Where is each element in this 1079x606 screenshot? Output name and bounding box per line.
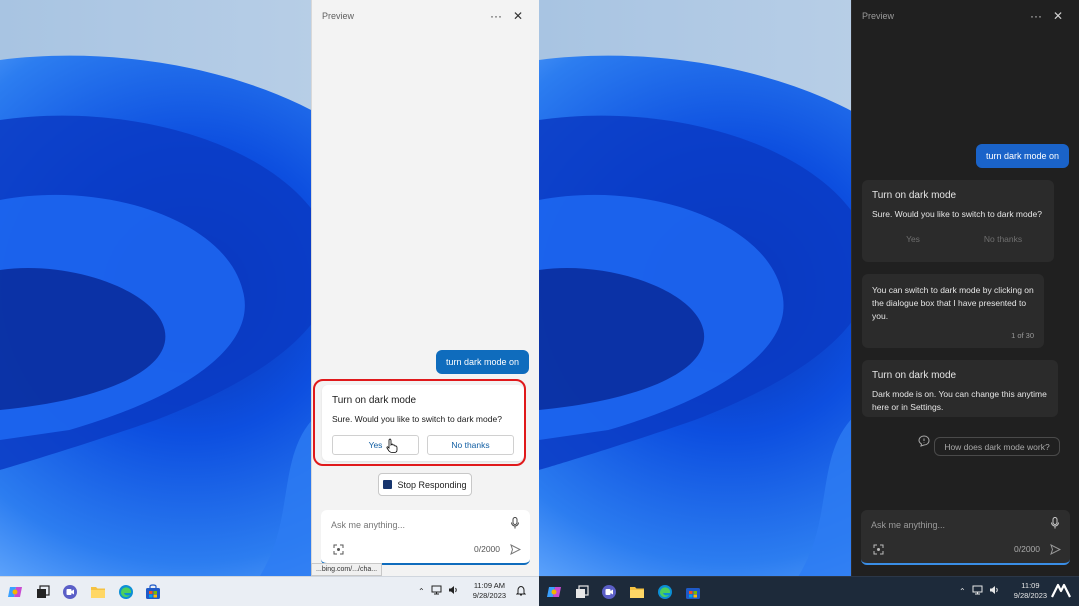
- dark-mode-card-3: Turn on dark mode Dark mode is on. You c…: [862, 360, 1058, 417]
- edge-icon[interactable]: [656, 583, 674, 601]
- mic-icon[interactable]: [1048, 516, 1062, 530]
- clock-date: 9/28/2023: [472, 591, 507, 600]
- taskbar-right: ⌃ 11:09 9/28/2023: [539, 576, 1079, 606]
- card2-text: You can switch to dark mode by clicking …: [872, 285, 1034, 321]
- chat-input[interactable]: [331, 516, 491, 534]
- store-icon[interactable]: [144, 583, 162, 601]
- highlight-ring: [313, 379, 526, 466]
- char-count: 0/2000: [474, 544, 500, 554]
- teams-icon[interactable]: [61, 583, 79, 601]
- screenshot-icon[interactable]: [331, 542, 345, 556]
- clock[interactable]: 11:09 AM 9/28/2023: [473, 581, 506, 601]
- yes-button-disabled: Yes: [906, 234, 920, 244]
- clock-date-dark: 9/28/2023: [1013, 591, 1048, 600]
- copilot-icon[interactable]: [545, 583, 563, 601]
- card2-pager: 1 of 30: [1011, 331, 1034, 340]
- card3-title: Turn on dark mode: [872, 370, 957, 381]
- panel-header-dark: Preview ··· ✕: [852, 0, 1079, 32]
- chat-input-box: 0/2000: [321, 510, 530, 565]
- send-icon[interactable]: [1048, 542, 1062, 556]
- network-icon[interactable]: [431, 585, 442, 597]
- volume-icon[interactable]: [989, 585, 1000, 597]
- clock-time-dark: 11:09: [1021, 581, 1040, 590]
- network-icon[interactable]: [972, 585, 983, 597]
- taskbar-left: ⌃ 11:09 AM 9/28/2023: [0, 576, 539, 606]
- send-icon[interactable]: [508, 542, 522, 556]
- right-screen: Preview ··· ✕ turn dark mode on Turn on …: [539, 0, 1079, 606]
- card3-text: Dark mode is on. You can change this any…: [872, 389, 1047, 412]
- card1-title: Turn on dark mode: [872, 190, 957, 201]
- file-explorer-icon[interactable]: [628, 583, 646, 601]
- panel-header: Preview ··· ✕: [312, 0, 539, 32]
- user-message-bubble-dark: turn dark mode on: [975, 144, 1069, 168]
- copilot-panel-dark: Preview ··· ✕ turn dark mode on Turn on …: [851, 0, 1079, 576]
- chevron-up-icon[interactable]: ⌃: [959, 587, 966, 596]
- dark-mode-card-1: Turn on dark mode Sure. Would you like t…: [862, 180, 1054, 262]
- close-icon[interactable]: ✕: [1047, 5, 1069, 27]
- suggestion-chip[interactable]: How does dark mode work?: [934, 437, 1060, 456]
- more-icon[interactable]: ···: [1025, 5, 1047, 27]
- store-icon[interactable]: [684, 583, 702, 601]
- url-tooltip: ...bing.com/.../cha...: [311, 563, 383, 576]
- watermark-logo-icon: [1051, 583, 1071, 598]
- system-tray-right: ⌃ 11:09 9/28/2023: [959, 581, 1047, 601]
- clock-time: 11:09 AM: [473, 581, 505, 590]
- system-tray-left: ⌃ 11:09 AM 9/28/2023: [418, 581, 527, 601]
- chat-input-dark[interactable]: [871, 516, 1031, 534]
- task-view-icon[interactable]: [573, 583, 591, 601]
- chat-input-box-dark: 0/2000: [861, 510, 1070, 565]
- dark-mode-card-2: You can switch to dark mode by clicking …: [862, 274, 1044, 348]
- chevron-up-icon[interactable]: ⌃: [418, 587, 425, 596]
- no-thanks-button-disabled: No thanks: [983, 234, 1023, 244]
- more-icon[interactable]: ···: [485, 5, 507, 27]
- teams-icon[interactable]: [600, 583, 618, 601]
- cursor-hand-icon: [386, 438, 398, 453]
- close-icon[interactable]: ✕: [507, 5, 529, 27]
- mic-icon[interactable]: [508, 516, 522, 530]
- char-count-dark: 0/2000: [1014, 544, 1040, 554]
- task-view-icon[interactable]: [34, 583, 52, 601]
- clock-dark[interactable]: 11:09 9/28/2023: [1014, 581, 1047, 601]
- user-message-bubble: turn dark mode on: [435, 350, 529, 374]
- chat-bubble-icon: [918, 435, 930, 447]
- panel-title-dark: Preview: [862, 11, 895, 21]
- card1-text: Sure. Would you like to switch to dark m…: [872, 209, 1042, 219]
- stop-label: Stop Responding: [397, 479, 467, 490]
- card1-buttons: Yes No thanks: [872, 229, 1044, 249]
- panel-title: Preview: [322, 11, 355, 21]
- volume-icon[interactable]: [448, 585, 459, 597]
- stop-responding-button[interactable]: Stop Responding: [378, 473, 472, 496]
- screenshot-icon[interactable]: [871, 542, 885, 556]
- stop-icon: [383, 480, 393, 489]
- left-screen: Preview ··· ✕ turn dark mode on Turn on …: [0, 0, 539, 606]
- edge-icon[interactable]: [117, 583, 135, 601]
- file-explorer-icon[interactable]: [89, 583, 107, 601]
- bell-icon[interactable]: [515, 585, 527, 598]
- copilot-icon[interactable]: [6, 583, 24, 601]
